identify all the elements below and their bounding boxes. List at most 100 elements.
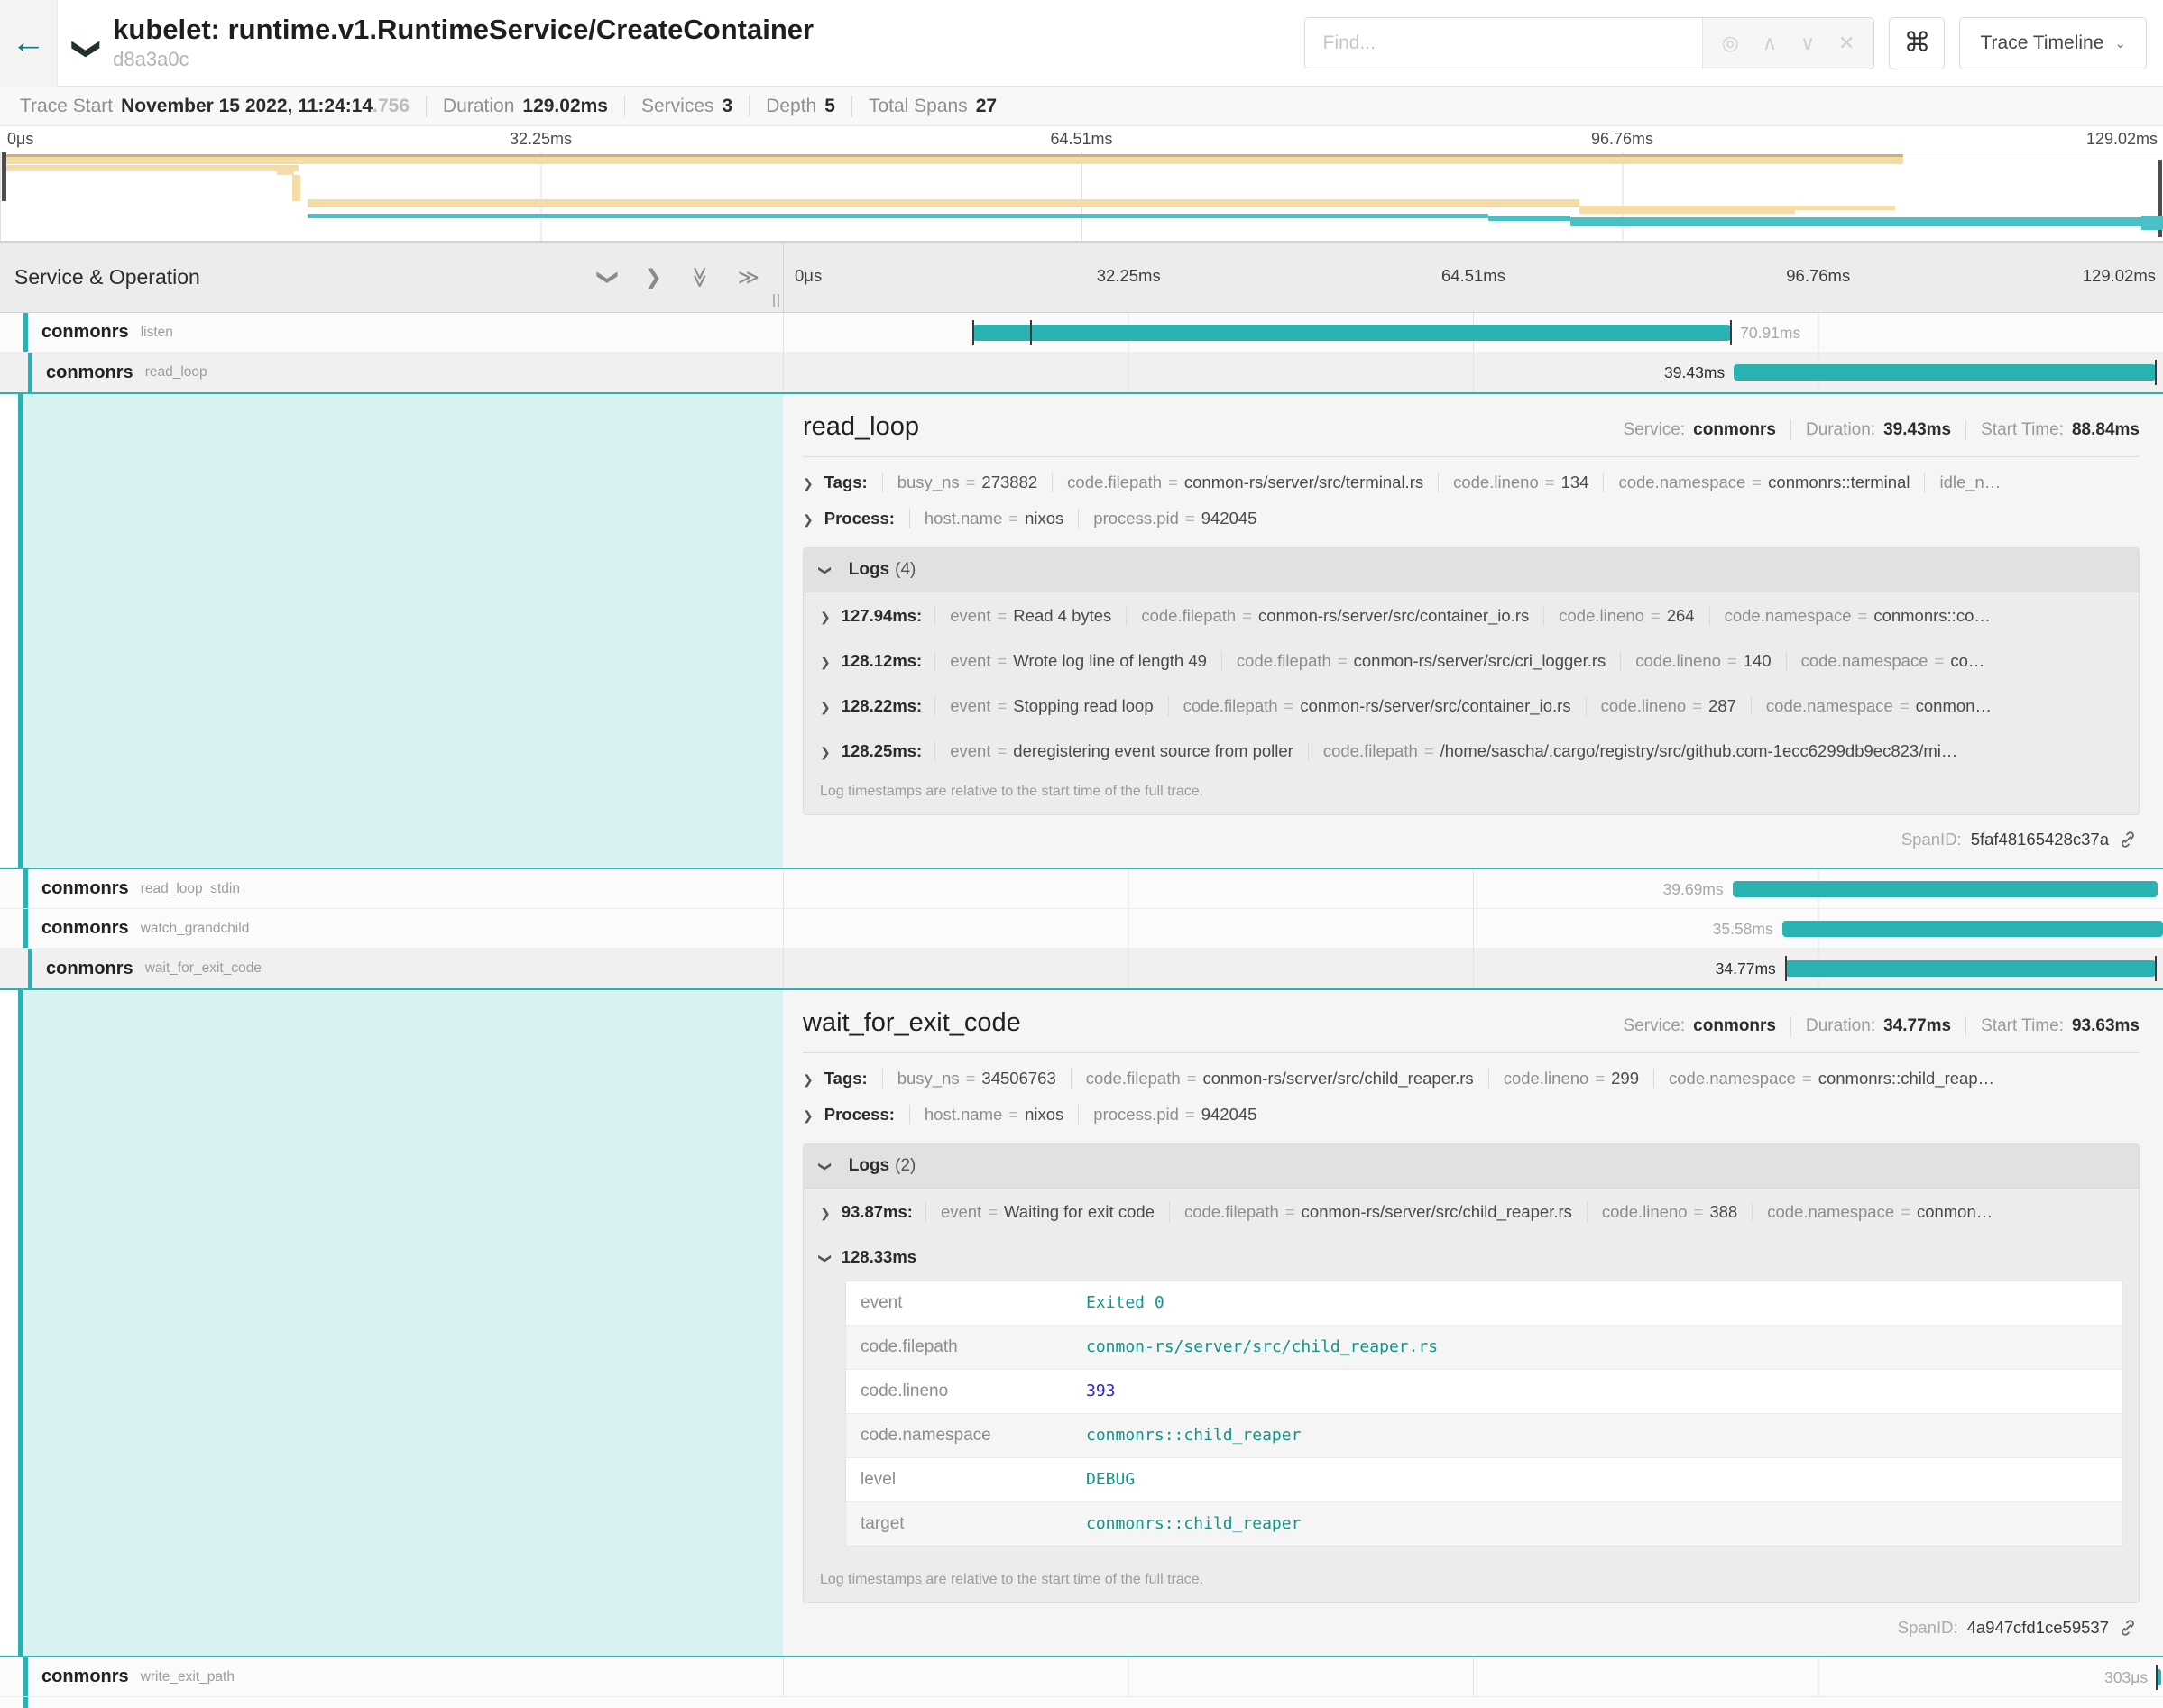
service-operation-header: Service & Operation [14, 265, 600, 289]
chevron-right-icon: ❯ [820, 655, 831, 670]
log-entry[interactable]: ❯ 128.12ms: event=Wrote log line of leng… [804, 638, 2139, 683]
log-entry[interactable]: ❯ 128.22ms: event=Stopping read loopcode… [804, 683, 2139, 728]
logs-block: ❯Logs(4) ❯ 127.94ms: event=Read 4 bytesc… [803, 547, 2140, 815]
minimap-span-bar [1579, 206, 1796, 214]
table-row: level DEBUG [846, 1458, 2122, 1502]
collapse-one-icon[interactable]: ❯ [600, 265, 617, 289]
log-timestamp: 127.94ms: [842, 606, 922, 626]
chevron-down-icon: ❯ [820, 1251, 831, 1266]
detail-meta: Service:conmonrs Duration:39.43ms Start … [1624, 420, 2140, 440]
chevron-right-icon: ❯ [803, 1072, 814, 1088]
link-icon[interactable] [2118, 1618, 2138, 1638]
timeline-minimap: 0μs 32.25ms 64.51ms 96.76ms 129.02ms [0, 126, 2163, 243]
field-key: level [846, 1458, 1072, 1501]
chevron-right-icon: ❯ [820, 745, 831, 760]
log-field: code.namespace=conmonrs::co… [1709, 606, 2005, 626]
span-color-bar [23, 313, 28, 352]
trace-duration: Duration129.02ms [432, 96, 619, 117]
log-field: code.namespace=co… [1786, 651, 2000, 671]
span-row-read-loop-stdin[interactable]: conmonrs read_loop_stdin 39.69ms [0, 869, 2163, 909]
log-timestamp: 93.87ms: [842, 1202, 913, 1222]
log-entry[interactable]: ❯ 127.94ms: event=Read 4 bytescode.filep… [804, 592, 2139, 638]
span-bar[interactable] [1782, 921, 2163, 937]
expand-all-icon[interactable]: ≫ [738, 265, 759, 289]
span-row-watch-grandchild[interactable]: conmonrs watch_grandchild 35.58ms [0, 909, 2163, 949]
top-bar: ← ❯ kubelet: runtime.v1.RuntimeService/C… [0, 0, 2163, 87]
tags-accordion[interactable]: ❯ Tags: busy_ns=273882code.filepath=conm… [803, 464, 2140, 500]
span-row-write-exit-path[interactable]: conmonrs write_exit_path 303μs [0, 1657, 2163, 1697]
chevron-down-icon: ❯ [820, 1159, 831, 1173]
span-bar[interactable] [1734, 364, 2156, 381]
span-bar[interactable] [1733, 881, 2158, 897]
log-entry[interactable]: ❯ 93.87ms: event=Waiting for exit codeco… [804, 1189, 2139, 1234]
detail-title: read_loop [803, 412, 919, 442]
tags-accordion[interactable]: ❯ Tags: busy_ns=34506763code.filepath=co… [803, 1061, 2140, 1097]
next-match-icon[interactable]: ∨ [1789, 32, 1827, 55]
chevron-right-icon: ❯ [820, 700, 831, 715]
back-button[interactable]: ← [0, 0, 58, 87]
span-row-wait-for-exit-code[interactable]: conmonrs wait_for_exit_code 34.77ms [0, 949, 2163, 988]
process-accordion[interactable]: ❯ Process: host.name=nixosprocess.pid=94… [803, 1097, 2140, 1133]
minimap-span-bar [308, 214, 1488, 218]
logs-accordion[interactable]: ❯Logs(4) [804, 548, 2139, 592]
span-row-listen[interactable]: conmonrs listen 70.91ms [0, 313, 2163, 353]
log-entry-expanded[interactable]: ❯ 128.33ms [804, 1234, 2139, 1279]
process-item: host.name=nixos [909, 1105, 1078, 1125]
span-id-value: 5faf48165428c37a [1971, 830, 2109, 849]
span-service: conmonrs [41, 878, 129, 899]
field-value: DEBUG [1072, 1458, 2122, 1501]
log-field: code.filepath=conmon-rs/server/src/conta… [1168, 696, 1586, 716]
link-icon[interactable] [2118, 830, 2138, 849]
span-operation: read_loop_stdin [141, 881, 240, 897]
match-case-icon[interactable]: ◎ [1710, 32, 1751, 55]
detail-title: wait_for_exit_code [803, 1008, 1021, 1038]
keyboard-shortcuts-button[interactable]: ⌘ [1889, 17, 1945, 69]
process-accordion[interactable]: ❯ Process: host.name=nixosprocess.pid=94… [803, 500, 2140, 537]
process-item: process.pid=942045 [1078, 509, 1271, 528]
log-timestamp: 128.22ms: [842, 696, 922, 716]
span-service: conmonrs [46, 959, 133, 979]
minimap-span-bar [1570, 217, 2163, 226]
minimap-span-bar [308, 199, 1579, 207]
table-row: code.lineno 393 [846, 1370, 2122, 1414]
span-detail-read-loop: read_loop Service:conmonrs Duration:39.4… [0, 392, 2163, 869]
logs-footnote: Log timestamps are relative to the start… [804, 773, 2139, 814]
log-field: code.filepath=conmon-rs/server/src/conta… [1126, 606, 1543, 626]
span-row-read-loop[interactable]: conmonrs read_loop 39.43ms [0, 353, 2163, 392]
trace-collapse-toggle[interactable]: ❯ [76, 33, 98, 65]
span-bar[interactable] [1785, 960, 2157, 977]
detail-meta: Service:conmonrs Duration:34.77ms Start … [1624, 1016, 2140, 1036]
trace-id: d8a3a0c [113, 48, 1303, 71]
view-selector-label: Trace Timeline [1980, 32, 2103, 54]
previous-match-icon[interactable]: ∧ [1751, 32, 1789, 55]
log-field: code.lineno=264 [1543, 606, 1708, 626]
span-detail-wait-for-exit-code: wait_for_exit_code Service:conmonrs Dura… [0, 988, 2163, 1657]
expand-one-icon[interactable]: ❯ [645, 265, 662, 289]
span-color-bar [23, 869, 28, 908]
logs-accordion[interactable]: ❯Logs(2) [804, 1144, 2139, 1189]
command-icon: ⌘ [1903, 27, 1930, 59]
span-bar[interactable] [972, 325, 1732, 341]
log-field: event=Stopping read loop [934, 696, 1167, 716]
table-row: code.namespace conmonrs::child_reaper [846, 1414, 2122, 1458]
tag-item: busy_ns=273882 [882, 473, 1052, 492]
process-item: host.name=nixos [909, 509, 1078, 528]
clear-search-icon[interactable]: ✕ [1827, 32, 1866, 55]
span-color-bar [23, 1657, 28, 1696]
search-input[interactable] [1305, 18, 1702, 69]
span-detail-left-column [18, 394, 783, 868]
minimap-span-bar [277, 170, 294, 175]
tag-item: code.filepath=conmon-rs/server/src/child… [1071, 1069, 1488, 1088]
chevron-down-icon: ⌄ [2114, 35, 2126, 51]
chevron-right-icon: ❯ [803, 476, 814, 491]
minimap-span-bar [1795, 206, 1894, 210]
minimap-canvas[interactable] [0, 152, 2163, 242]
collapse-all-icon[interactable]: ≫ [689, 265, 711, 289]
column-resize-handle[interactable] [773, 294, 779, 307]
span-row-partial [0, 1697, 2163, 1708]
log-entry[interactable]: ❯ 128.25ms: event=deregistering event so… [804, 728, 2139, 773]
tag-item: code.namespace=conmonrs::terminal [1603, 473, 1924, 492]
minimap-span-bar [6, 165, 299, 171]
view-selector-button[interactable]: Trace Timeline ⌄ [1959, 17, 2147, 69]
chevron-right-icon: ❯ [803, 1108, 814, 1124]
